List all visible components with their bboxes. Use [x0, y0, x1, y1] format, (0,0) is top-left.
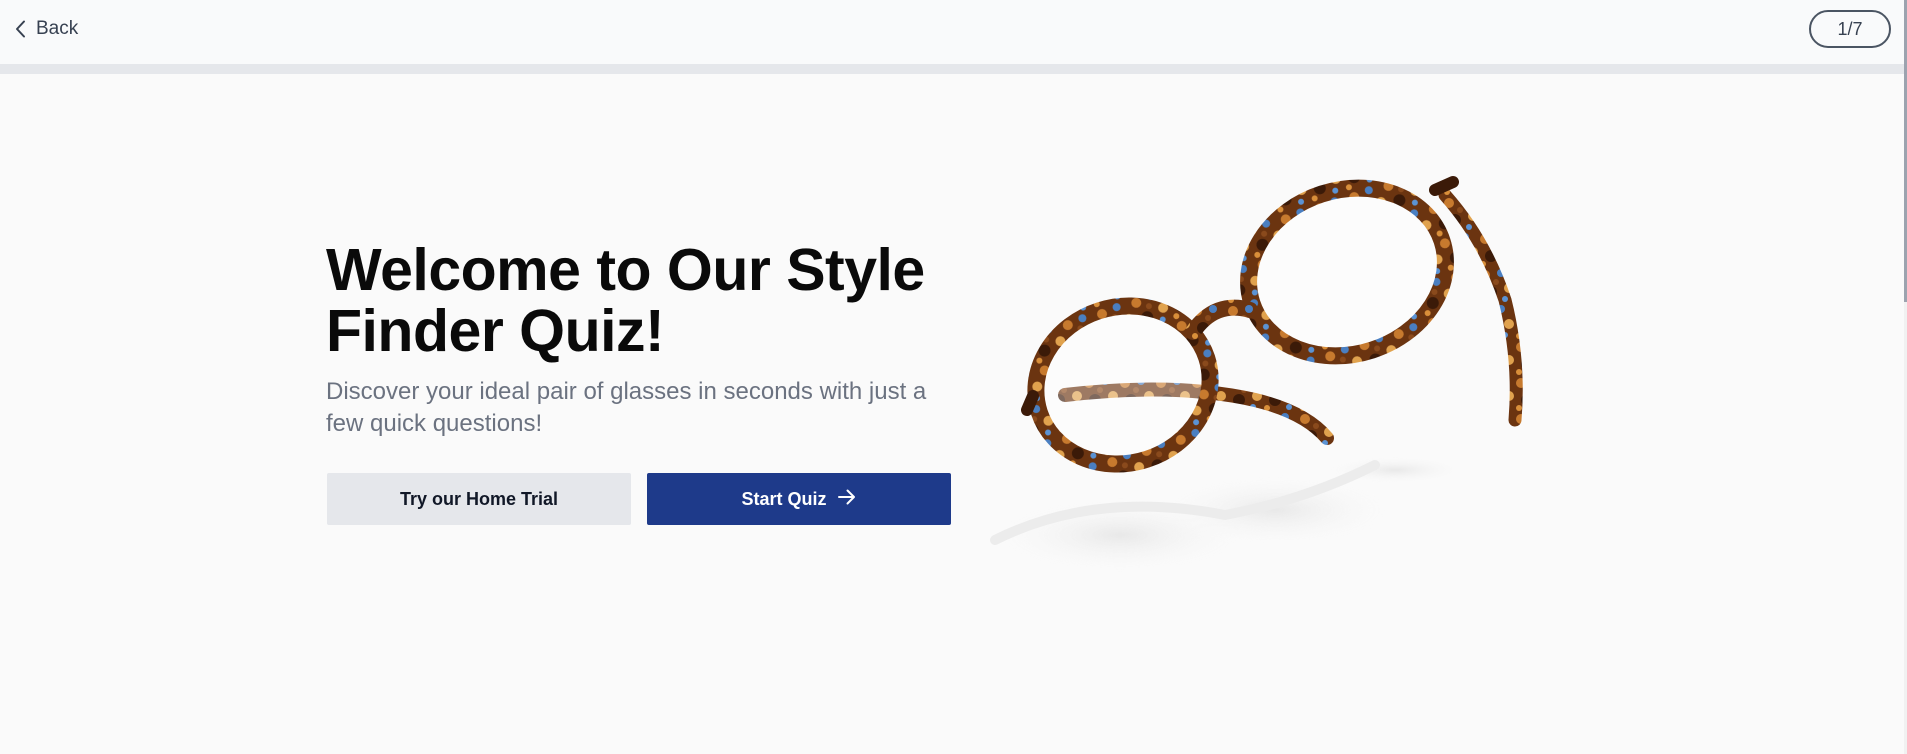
progress-bar — [0, 64, 1904, 74]
arrow-right-icon — [837, 488, 857, 511]
start-quiz-label: Start Quiz — [741, 488, 827, 509]
start-quiz-button[interactable]: Start Quiz — [647, 473, 951, 525]
page-subtitle: Discover your ideal pair of glasses in s… — [326, 378, 927, 437]
back-button[interactable]: Back — [14, 18, 78, 40]
step-indicator: 1/7 — [1809, 10, 1891, 48]
progress-fill — [0, 64, 267, 74]
home-trial-label: Try our Home Trial — [399, 488, 559, 509]
quiz-welcome-page: Back 1/7 Welcome to Our Style Finder Qui… — [0, 0, 1907, 754]
eyeglasses-image — [975, 160, 1535, 600]
page-title: Welcome to Our Style Finder Quiz! — [326, 237, 925, 364]
top-bar: Back 1/7 — [0, 0, 1904, 64]
back-label: Back — [36, 18, 79, 39]
home-trial-button[interactable]: Try our Home Trial — [327, 473, 631, 525]
chevron-left-icon — [14, 20, 26, 38]
